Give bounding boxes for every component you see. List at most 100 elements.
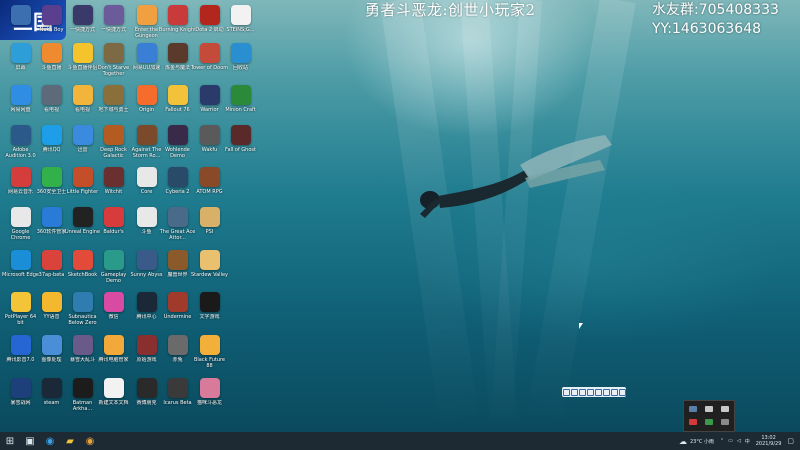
desktop-shortcut[interactable]: 一快捷方式: [97, 5, 130, 39]
desktop-shortcut[interactable]: 炼金与魔法: [161, 43, 194, 77]
desktop-shortcut-label: 猫咪斗恶龙: [196, 400, 222, 406]
video-icon: [10, 335, 31, 355]
microphone-icon[interactable]: [721, 406, 729, 412]
desktop-shortcut[interactable]: 新建文本文档: [97, 378, 130, 412]
toolbar-button[interactable]: [578, 388, 586, 396]
game-icon: [103, 207, 124, 227]
notification-icon[interactable]: ▢: [787, 437, 794, 445]
tray-app-icon[interactable]: [721, 419, 729, 425]
desktop-shortcut[interactable]: Don't Starve Together: [97, 43, 130, 77]
tray-app-icon[interactable]: [705, 406, 713, 412]
desktop-shortcut-label: 文字游戏: [199, 314, 220, 320]
desktop-shortcut[interactable]: Stardew Valley: [190, 250, 228, 284]
desktop-shortcut[interactable]: 赤兔: [161, 335, 194, 369]
taskbar: ⊞ ▣ ◉ ▰ ◉ ☁ 23°C 小雨 ⌃ ▭ ◁ 中 13:02 2021/9…: [0, 432, 800, 450]
desktop-shortcut[interactable]: Fall of Ghost: [224, 125, 257, 159]
desktop-shortcut[interactable]: 文字游戏: [193, 292, 226, 326]
edge-icon[interactable]: ◉: [40, 432, 60, 450]
game-icon: [167, 335, 188, 355]
toolbar-button[interactable]: [610, 388, 618, 396]
desktop-shortcut[interactable]: Deep Rock Galactic: [97, 125, 130, 159]
toolbar-button[interactable]: [570, 388, 578, 396]
app-icon: [41, 5, 62, 25]
stream-title: 勇者斗恶龙:创世小玩家2: [365, 1, 536, 19]
battlenet-icon: [10, 378, 31, 398]
clock-date: 2021/9/29: [755, 441, 782, 447]
tray-app-icon[interactable]: [689, 406, 697, 412]
desktop-shortcut[interactable]: 魔兽世界: [161, 250, 194, 284]
desktop-shortcut-label: Fall of Ghost: [225, 147, 256, 153]
game-icon: [103, 5, 124, 25]
game-icon: [230, 125, 251, 145]
fallout-icon: [167, 85, 188, 105]
audition-icon: [10, 125, 31, 145]
desktop-shortcut[interactable]: Burning Knight: [159, 5, 196, 39]
desktop-shortcut[interactable]: Black Future 88: [193, 335, 226, 369]
desktop-shortcut[interactable]: Baldur's: [97, 207, 130, 241]
desktop-shortcut[interactable]: 微信: [97, 292, 130, 326]
toolbar-button[interactable]: [618, 388, 626, 396]
tray-app-icon[interactable]: [705, 419, 713, 425]
desktop-shortcut[interactable]: 回收站: [224, 43, 257, 77]
unreal-icon: [72, 207, 93, 227]
game-icon: [199, 167, 220, 187]
toolbar-button[interactable]: [594, 388, 602, 396]
desktop-shortcut[interactable]: ATOM RPG: [193, 167, 226, 201]
desktop-shortcut[interactable]: Fallout 76: [161, 85, 194, 119]
game-icon: [72, 167, 93, 187]
desktop-shortcut[interactable]: The Great Ace Attor...: [160, 207, 195, 241]
dota-icon: [199, 5, 220, 25]
toolbar-button[interactable]: [586, 388, 594, 396]
windows-start-icon[interactable]: ⊞: [0, 432, 20, 450]
desktop-shortcut[interactable]: Icarus Beta: [161, 378, 194, 412]
clock[interactable]: 13:02 2021/9/29: [756, 435, 782, 447]
desktop-shortcut[interactable]: 腾讯电脑管家: [97, 335, 130, 369]
text-file-icon: [103, 378, 124, 398]
tray-overflow-flyout[interactable]: [683, 400, 735, 432]
task-view-icon[interactable]: ▣: [20, 432, 40, 450]
mouse-cursor-icon: [579, 323, 583, 329]
desktop-shortcut[interactable]: Wohlende Demo: [161, 125, 194, 159]
live-icon: [72, 43, 93, 63]
game-icon: [167, 43, 188, 63]
tray-app-icon[interactable]: [689, 419, 697, 425]
game-icon: [167, 207, 188, 227]
desktop-shortcut[interactable]: STEINS;G...: [224, 5, 257, 39]
app-icon: [41, 250, 62, 270]
game-icon: [199, 125, 220, 145]
toolbar-button[interactable]: [602, 388, 610, 396]
game-icon: [136, 378, 157, 398]
cloud-icon: [10, 85, 31, 105]
desktop-shortcut[interactable]: Minion Craft: [224, 85, 257, 119]
desktop-shortcut[interactable]: Undermine: [161, 292, 194, 326]
volume-icon[interactable]: ◁: [737, 438, 741, 444]
toolbar-button[interactable]: [562, 388, 570, 396]
yy-channel-text: YY:1463063648: [652, 21, 762, 37]
core-icon: [136, 167, 157, 187]
desktop-shortcut[interactable]: Cyberia 2: [161, 167, 194, 201]
image-icon: [41, 335, 62, 355]
desktop-shortcut[interactable]: PSI: [193, 207, 226, 241]
game-icon: [103, 250, 124, 270]
sketch-icon: [72, 250, 93, 270]
cloud-icon[interactable]: ☁: [679, 437, 687, 446]
desktop-shortcut[interactable]: Gameplay Demo: [97, 250, 130, 284]
network-icon[interactable]: ▭: [728, 438, 733, 444]
desktop-shortcut[interactable]: Witchit: [97, 167, 130, 201]
desktop-shortcut-label: ATOM RPG: [196, 189, 223, 195]
desktop-shortcut-label: Stardew Valley: [190, 272, 228, 278]
chrome-icon[interactable]: ◉: [80, 432, 100, 450]
input-method-icon[interactable]: 中: [745, 438, 750, 445]
floating-toolbar[interactable]: [562, 387, 626, 397]
steam-icon: [136, 292, 157, 312]
security-icon: [41, 167, 62, 187]
weather-text[interactable]: 23°C 小雨: [690, 438, 714, 445]
game-icon: [103, 125, 124, 145]
steam-icon: [41, 378, 62, 398]
desktop-shortcut[interactable]: 地下城与勇士: [97, 85, 130, 119]
system-tray: ☁ 23°C 小雨 ⌃ ▭ ◁ 中 13:02 2021/9/29 ▢: [679, 432, 800, 450]
desktop-shortcut[interactable]: 猫咪斗恶龙: [193, 378, 226, 412]
file-explorer-icon[interactable]: ▰: [60, 432, 80, 450]
chevron-up-icon[interactable]: ⌃: [720, 438, 724, 444]
game-icon: [199, 85, 220, 105]
